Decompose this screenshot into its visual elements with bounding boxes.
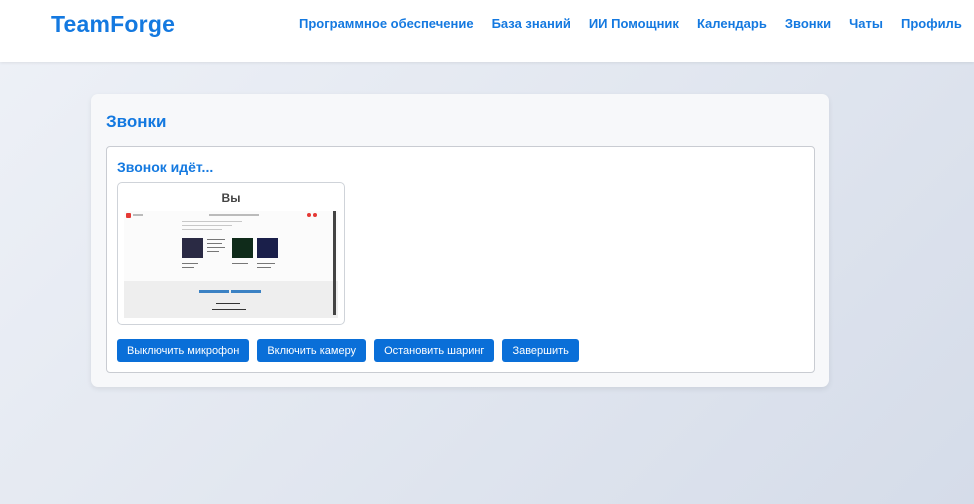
- mute-mic-button[interactable]: Выключить микрофон: [117, 339, 250, 362]
- local-video-tile: Вы: [117, 182, 345, 325]
- top-navbar: TeamForge Программное обеспечение База з…: [0, 0, 974, 62]
- call-status: Звонок идёт...: [117, 159, 214, 175]
- nav-item-calendar[interactable]: Календарь: [697, 16, 767, 31]
- nav-item-knowledge-base[interactable]: База знаний: [492, 16, 571, 31]
- nav-item-ai-assistant[interactable]: ИИ Помощник: [589, 16, 679, 31]
- end-call-button[interactable]: Завершить: [502, 339, 579, 362]
- nav-item-software[interactable]: Программное обеспечение: [299, 16, 474, 31]
- video-tile-label: Вы: [221, 191, 241, 205]
- nav-item-calls[interactable]: Звонки: [785, 16, 831, 31]
- screen-share-preview: [124, 211, 338, 318]
- nav-item-profile[interactable]: Профиль: [901, 16, 962, 31]
- enable-camera-button[interactable]: Включить камеру: [257, 339, 367, 362]
- page-title: Звонки: [106, 112, 167, 131]
- calls-card: Звонки Звонок идёт... Вы Выключить микро…: [91, 94, 829, 387]
- app-logo[interactable]: TeamForge: [51, 11, 175, 38]
- call-controls: Выключить микрофон Включить камеру Остан…: [117, 339, 579, 362]
- main-nav: Программное обеспечение База знаний ИИ П…: [299, 16, 962, 31]
- nav-item-chats[interactable]: Чаты: [849, 16, 883, 31]
- active-call-panel: Звонок идёт... Вы Выключить микрофон Вкл…: [106, 146, 815, 373]
- stop-sharing-button[interactable]: Остановить шаринг: [374, 339, 495, 362]
